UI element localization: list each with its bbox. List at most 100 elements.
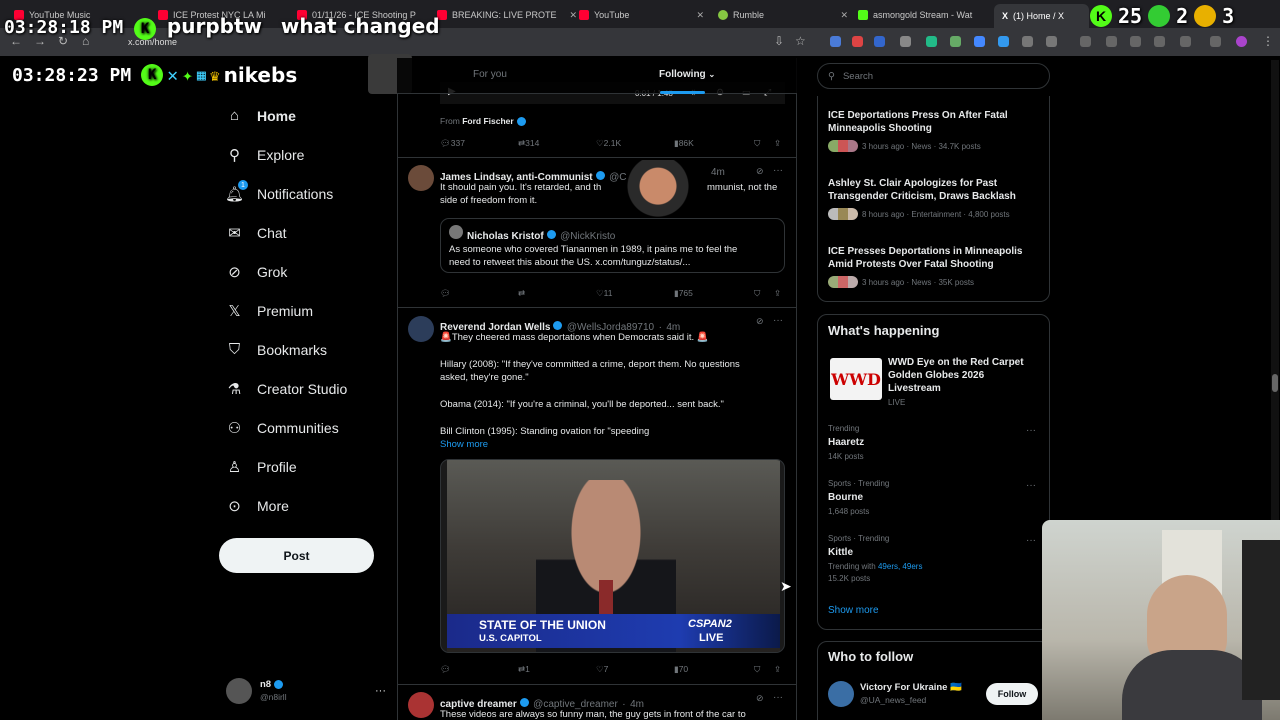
tweet-text: Obama (2014): "If you're a criminal, you…: [440, 399, 724, 410]
sidebar-item-premium[interactable]: 𝕏 Premium: [226, 302, 313, 320]
sidebar-item-notifications[interactable]: 🔔︎ 1 Notifications: [225, 180, 333, 203]
event-item[interactable]: WWD WWD Eye on the Red Carpet Golden Glo…: [828, 356, 1038, 407]
bookmark-star-icon[interactable]: ☆: [795, 34, 806, 48]
install-icon[interactable]: ⇩: [774, 34, 784, 48]
close-tab-icon[interactable]: ✕: [562, 10, 577, 21]
extension-icon[interactable]: [1154, 36, 1165, 47]
chevron-down-icon: ⌄: [708, 70, 716, 79]
x-icon: 𝕏: [228, 302, 241, 320]
tweet-video[interactable]: STATE OF THE UNION U.S. CAPITOL CSPAN2 L…: [440, 459, 785, 653]
news-item[interactable]: ICE Presses Deportations in Minneapolis …: [828, 245, 1038, 288]
extension-icon[interactable]: [1180, 36, 1191, 47]
extension-icon[interactable]: [900, 36, 911, 47]
tab-for-you[interactable]: For you: [473, 69, 507, 80]
emote-icon: [1194, 5, 1217, 27]
more-dots-icon[interactable]: ···: [773, 315, 783, 326]
more-dots-icon[interactable]: ···: [1026, 535, 1036, 546]
repost-button[interactable]: ⇄ 314: [518, 138, 539, 149]
views-button[interactable]: ▮ 765: [674, 288, 693, 299]
scrollbar-thumb[interactable]: [1272, 374, 1278, 392]
sidebar-item-creator-studio[interactable]: ⚗ Creator Studio: [226, 380, 348, 398]
avatar: [449, 225, 463, 239]
like-button[interactable]: ♡ 7: [596, 664, 608, 675]
views-button[interactable]: ▮ 70: [674, 664, 688, 675]
sidebar-item-explore[interactable]: ⚲ Explore: [226, 146, 304, 164]
extension-icon[interactable]: [926, 36, 937, 47]
more-dots-icon[interactable]: ···: [773, 165, 783, 176]
search-icon: ⚲: [828, 70, 835, 82]
extension-icon[interactable]: [1130, 36, 1141, 47]
sidebar-item-more[interactable]: ⊙ More: [226, 497, 289, 515]
share-icon[interactable]: ⇪: [774, 664, 781, 675]
browser-tab[interactable]: YouTube ✕: [579, 6, 704, 24]
sidebar-item-grok[interactable]: ⊘ Grok: [226, 263, 287, 281]
repost-button[interactable]: ⇄: [518, 288, 525, 299]
more-dots-icon[interactable]: ···: [1026, 425, 1036, 436]
share-icon[interactable]: ⇪: [774, 138, 781, 149]
follow-suggestion[interactable]: Victory For Ukraine 🇺🇦 @UA_news_feed: [860, 682, 962, 706]
reply-button[interactable]: 💬︎ 337: [440, 138, 465, 149]
grok-icon[interactable]: ⊘: [756, 166, 764, 177]
show-more-link[interactable]: Show more: [828, 605, 879, 616]
profile-avatar-icon[interactable]: [1236, 36, 1247, 47]
tweet-time[interactable]: 4m: [711, 167, 725, 178]
avatar[interactable]: [408, 692, 434, 718]
grok-icon[interactable]: ⊘: [756, 693, 764, 704]
extension-icon[interactable]: [874, 36, 885, 47]
extension-icon[interactable]: [1046, 36, 1057, 47]
close-tab-icon[interactable]: ✕: [688, 10, 704, 21]
extension-icon[interactable]: [974, 36, 985, 47]
extension-icon[interactable]: [830, 36, 841, 47]
news-item[interactable]: Ashley St. Clair Apologizes for Past Tra…: [828, 177, 1038, 220]
extension-icon[interactable]: [1022, 36, 1033, 47]
avatar[interactable]: [408, 165, 434, 191]
show-more-link[interactable]: Show more: [440, 438, 488, 451]
close-tab-icon[interactable]: ✕: [832, 10, 848, 21]
views-button[interactable]: ▮ 86K: [674, 138, 694, 149]
extension-icon[interactable]: [950, 36, 961, 47]
reply-button[interactable]: 💬︎: [440, 664, 451, 675]
grok-icon[interactable]: ⊘: [756, 316, 764, 327]
more-dots-icon[interactable]: ···: [1026, 480, 1036, 491]
like-button[interactable]: ♡ 11: [596, 288, 612, 299]
repost-button[interactable]: ⇄ 1: [518, 664, 530, 675]
sidebar-item-profile[interactable]: ♙ Profile: [226, 458, 297, 476]
extension-icon[interactable]: [852, 36, 863, 47]
reply-button[interactable]: 💬︎: [440, 288, 451, 299]
search-input[interactable]: ⚲ Search: [817, 63, 1050, 89]
grok-icon: ⊘: [228, 263, 241, 281]
sidebar-item-home[interactable]: ⌂ Home: [226, 107, 296, 124]
browser-tab-active[interactable]: X (1) Home / X: [994, 4, 1089, 28]
browser-menu-icon[interactable]: ⋮: [1262, 34, 1274, 48]
avatar[interactable]: [408, 316, 434, 342]
sidebar-item-bookmarks[interactable]: ⛉ Bookmarks: [226, 341, 327, 358]
trend-item[interactable]: Sports · Trending Kittle Trending with 4…: [828, 534, 1038, 583]
browser-tab[interactable]: asmongold Stream - Wat✕: [858, 6, 986, 24]
verified-icon: [516, 117, 526, 127]
post-button[interactable]: Post: [219, 538, 374, 573]
extension-icon[interactable]: [1106, 36, 1117, 47]
account-switcher[interactable]: n8 @n8irll ···: [226, 676, 386, 706]
bookmark-icon[interactable]: ⛉: [754, 138, 760, 149]
trend-item[interactable]: Trending Haaretz 14K posts: [828, 424, 1038, 461]
like-button[interactable]: ♡ 2.1K: [596, 138, 621, 149]
sidebar-item-chat[interactable]: ✉ Chat: [226, 224, 286, 242]
sidebar-item-communities[interactable]: ⚇ Communities: [226, 419, 339, 437]
extension-icon[interactable]: [998, 36, 1009, 47]
browser-tab[interactable]: Rumble ✕: [718, 6, 848, 24]
extension-icon[interactable]: [1080, 36, 1091, 47]
trend-item[interactable]: Sports · Trending Bourne 1,648 posts: [828, 479, 1038, 516]
tweet-text: asked, they're gone.": [440, 372, 529, 383]
follow-button[interactable]: Follow: [986, 683, 1038, 705]
close-tab-icon[interactable]: ✕: [977, 10, 986, 21]
extension-icon[interactable]: [1210, 36, 1221, 47]
browser-tab[interactable]: BREAKING: LIVE PROTE ✕: [437, 6, 577, 24]
rumble-icon: [718, 10, 728, 20]
news-item[interactable]: ICE Deportations Press On After Fatal Mi…: [828, 109, 1038, 152]
share-icon[interactable]: ⇪: [774, 288, 781, 299]
bookmark-icon[interactable]: ⛉: [754, 664, 760, 675]
avatar[interactable]: [828, 681, 854, 707]
tab-following[interactable]: Following ⌄: [659, 69, 715, 80]
more-dots-icon[interactable]: ···: [773, 692, 783, 703]
bookmark-icon[interactable]: ⛉: [754, 288, 760, 299]
